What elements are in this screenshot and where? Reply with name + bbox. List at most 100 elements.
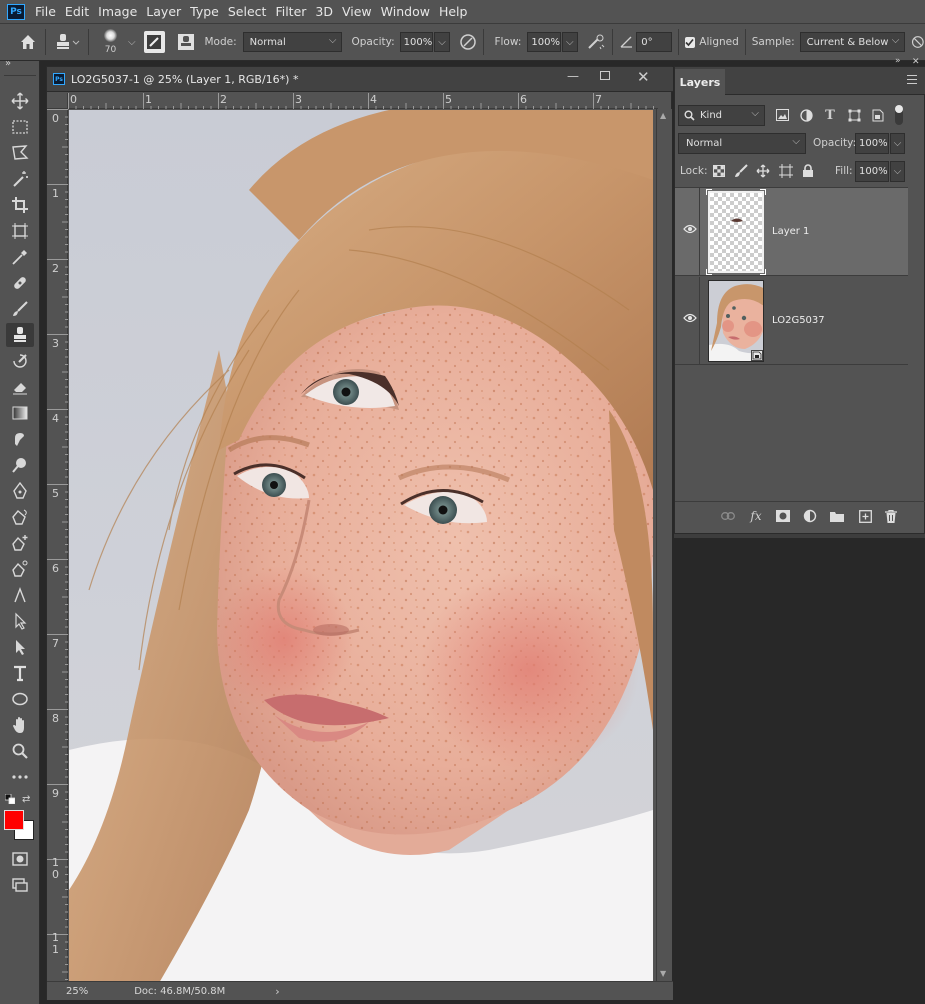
vertical-ruler[interactable]: 0 1 2 3 4 5 6 7 8 9 1 0 1 1 bbox=[47, 109, 68, 985]
aligned-checkbox[interactable] bbox=[684, 36, 696, 48]
blur-tool[interactable] bbox=[6, 427, 34, 451]
close-icon[interactable]: ✕ bbox=[637, 68, 650, 86]
ellipse-tool[interactable] bbox=[6, 687, 34, 711]
menu-type[interactable]: Type bbox=[190, 4, 219, 19]
move-tool[interactable] bbox=[6, 89, 34, 113]
visibility-eye-icon[interactable] bbox=[683, 224, 697, 237]
default-colors-icon[interactable] bbox=[4, 793, 16, 805]
panel-resize-handle[interactable] bbox=[674, 534, 925, 538]
frame-tool[interactable] bbox=[6, 219, 34, 243]
filter-adjustment-layers-icon[interactable] bbox=[796, 105, 816, 125]
mode-dropdown[interactable]: Normal ⌵ bbox=[242, 32, 343, 52]
blend-mode-dropdown[interactable]: Normal ⌵ bbox=[678, 133, 806, 154]
filter-shape-layers-icon[interactable] bbox=[844, 105, 864, 125]
history-brush-tool[interactable] bbox=[6, 349, 34, 373]
collapse-toolbar-icon[interactable]: » bbox=[5, 58, 11, 69]
foreground-color-swatch[interactable] bbox=[4, 810, 24, 830]
lock-artboard-icon[interactable] bbox=[776, 161, 796, 181]
edit-toolbar-button[interactable] bbox=[6, 765, 34, 789]
screen-mode-button[interactable] bbox=[6, 873, 34, 897]
layer-opacity-slider-toggle[interactable]: ⌵ bbox=[890, 133, 905, 154]
lasso-tool[interactable] bbox=[6, 141, 34, 165]
flow-slider-toggle[interactable]: ⌵ bbox=[561, 32, 578, 52]
direct-selection-tool[interactable] bbox=[6, 635, 34, 659]
angle-input[interactable]: 0° bbox=[636, 32, 672, 52]
scroll-up-icon[interactable]: ▲ bbox=[660, 111, 666, 120]
hand-tool[interactable] bbox=[6, 713, 34, 737]
link-layers-icon[interactable] bbox=[718, 506, 738, 526]
layer-row[interactable]: LO2G5037 bbox=[675, 277, 908, 365]
home-icon[interactable] bbox=[16, 32, 39, 52]
menu-image[interactable]: Image bbox=[98, 4, 137, 19]
brush-preset-picker[interactable]: 70 bbox=[95, 25, 128, 59]
eyedropper-tool[interactable] bbox=[6, 245, 34, 269]
filter-pixel-layers-icon[interactable] bbox=[772, 105, 792, 125]
menu-select[interactable]: Select bbox=[228, 4, 267, 19]
menu-view[interactable]: View bbox=[342, 4, 372, 19]
dodge-tool[interactable] bbox=[6, 453, 34, 477]
curvature-pen-tool[interactable] bbox=[6, 557, 34, 581]
marquee-tool[interactable] bbox=[6, 115, 34, 139]
menu-file[interactable]: File bbox=[35, 4, 56, 19]
airbrush-icon[interactable] bbox=[586, 32, 606, 52]
path-selection-tool[interactable] bbox=[6, 609, 34, 633]
add-anchor-tool[interactable] bbox=[6, 531, 34, 555]
menu-3d[interactable]: 3D bbox=[315, 4, 333, 19]
minimize-icon[interactable]: — bbox=[567, 69, 579, 83]
healing-brush-tool[interactable] bbox=[6, 271, 34, 295]
zoom-tool[interactable] bbox=[6, 739, 34, 763]
filter-smart-objects-icon[interactable] bbox=[868, 105, 888, 125]
menu-layer[interactable]: Layer bbox=[146, 4, 181, 19]
menu-edit[interactable]: Edit bbox=[65, 4, 89, 19]
menu-window[interactable]: Window bbox=[381, 4, 430, 19]
pen-tool[interactable] bbox=[6, 479, 34, 503]
ruler-origin[interactable] bbox=[47, 93, 68, 109]
layer-thumbnail[interactable] bbox=[706, 189, 766, 275]
opacity-slider-toggle[interactable]: ⌵ bbox=[434, 32, 450, 52]
brush-settings-panel-icon[interactable] bbox=[143, 31, 166, 53]
clone-stamp-preset-icon[interactable] bbox=[52, 32, 81, 52]
sample-dropdown[interactable]: Current & Below ⌵ bbox=[799, 32, 906, 52]
brush-tool[interactable] bbox=[6, 297, 34, 321]
menu-filter[interactable]: Filter bbox=[275, 4, 306, 19]
eraser-tool[interactable] bbox=[6, 375, 34, 399]
status-menu-arrow-icon[interactable]: › bbox=[275, 985, 279, 998]
maximize-icon[interactable] bbox=[600, 71, 610, 80]
filter-toggle-switch[interactable] bbox=[895, 105, 903, 125]
layer-row[interactable]: Layer 1 bbox=[675, 188, 908, 276]
new-adjustment-layer-icon[interactable] bbox=[800, 506, 820, 526]
ignore-adjustment-layers-icon[interactable] bbox=[911, 32, 925, 52]
layer-style-fx-icon[interactable]: fx bbox=[746, 506, 766, 526]
image-canvas[interactable] bbox=[69, 110, 653, 983]
clone-stamp-tool[interactable] bbox=[6, 323, 34, 347]
visibility-eye-icon[interactable] bbox=[683, 313, 697, 326]
panel-collapse-icon[interactable]: » bbox=[895, 56, 901, 66]
layer-thumbnail[interactable] bbox=[708, 280, 764, 362]
new-layer-icon[interactable] bbox=[855, 506, 875, 526]
document-tab[interactable]: Ps LO2G5037-1 @ 25% (Layer 1, RGB/16*) *… bbox=[47, 67, 673, 92]
quick-mask-button[interactable] bbox=[6, 847, 34, 871]
filter-type-layers-icon[interactable]: T bbox=[820, 105, 840, 125]
horizontal-ruler[interactable]: 0 1 2 3 4 5 6 7 bbox=[68, 93, 658, 109]
layer-filter-dropdown[interactable]: Kind ⌵ bbox=[678, 105, 765, 126]
layer-opacity-input[interactable]: 100% bbox=[855, 133, 889, 154]
add-mask-icon[interactable] bbox=[773, 506, 793, 526]
delete-layer-trash-icon[interactable] bbox=[881, 506, 901, 526]
clone-source-panel-icon[interactable] bbox=[175, 31, 196, 53]
flow-input[interactable]: 100% bbox=[527, 32, 561, 52]
scroll-down-icon[interactable]: ▼ bbox=[660, 969, 666, 978]
fill-slider-toggle[interactable]: ⌵ bbox=[890, 161, 905, 182]
opacity-input[interactable]: 100% bbox=[399, 32, 434, 52]
magic-wand-tool[interactable] bbox=[6, 167, 34, 191]
chevron-down-icon[interactable]: ⌵ bbox=[128, 37, 136, 48]
menu-help[interactable]: Help bbox=[439, 4, 468, 19]
vertical-scrollbar[interactable]: ▲ ▼ bbox=[656, 109, 672, 985]
lock-position-icon[interactable] bbox=[753, 161, 773, 181]
type-tool[interactable] bbox=[6, 661, 34, 685]
swap-colors-icon[interactable]: ⇄ bbox=[22, 794, 30, 805]
new-group-folder-icon[interactable] bbox=[827, 506, 847, 526]
layer-name[interactable]: LO2G5037 bbox=[772, 315, 825, 326]
crop-tool[interactable] bbox=[6, 193, 34, 217]
fill-input[interactable]: 100% bbox=[855, 161, 889, 182]
gradient-tool[interactable] bbox=[6, 401, 34, 425]
